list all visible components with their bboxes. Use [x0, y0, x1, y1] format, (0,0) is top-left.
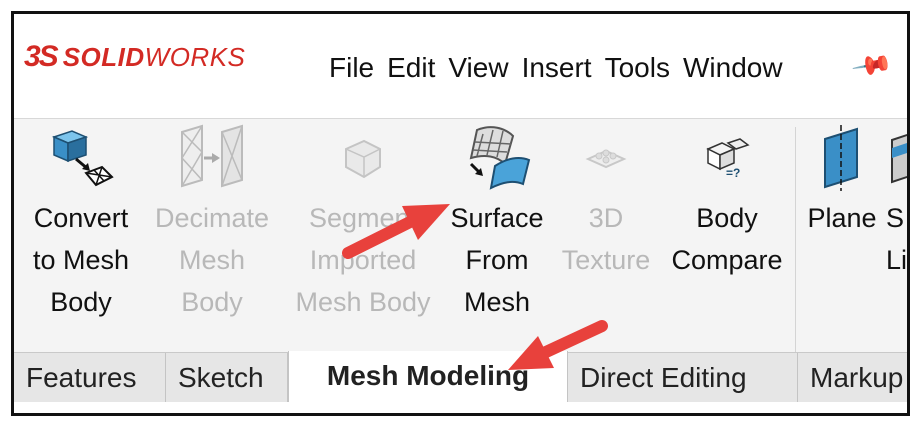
command-manager-tabs: Features Sketch Mesh Modeling Direct Edi… [14, 351, 907, 403]
body-compare-button[interactable]: =? Body Compare [664, 119, 790, 281]
decimate-mesh-body-button[interactable]: Decimate Mesh Body [148, 119, 276, 323]
tool-label: Surface From Mesh [450, 203, 544, 317]
segment-mesh-icon [284, 119, 442, 197]
svg-text:=?: =? [726, 166, 740, 180]
body-compare-icon: =? [664, 119, 790, 197]
3d-texture-icon [556, 119, 656, 197]
menu-insert[interactable]: Insert [522, 52, 592, 84]
bottom-strip [14, 402, 907, 413]
menu-bar: File Edit View Insert Tools Window [329, 52, 783, 84]
pin-icon[interactable]: 📌 [850, 44, 895, 88]
tab-direct-editing[interactable]: Direct Editing [568, 353, 798, 403]
menu-edit[interactable]: Edit [387, 52, 435, 84]
tool-label: Convert to Mesh Body [32, 203, 130, 317]
tool-label: Body Compare [671, 203, 783, 275]
convert-to-mesh-body-button[interactable]: Convert to Mesh Body [22, 119, 140, 323]
menu-window[interactable]: Window [683, 52, 783, 84]
ds-logo-icon: 3S [24, 40, 59, 73]
solidworks-logo: 3S SOLIDWORKS [24, 40, 245, 74]
tool-label: 3D Texture [561, 203, 651, 275]
partial-tool-icon [886, 119, 907, 197]
app-window: 3S SOLIDWORKS File Edit View Insert Tool… [11, 11, 910, 416]
plane-button[interactable]: Plane [800, 119, 884, 239]
title-bar: 3S SOLIDWORKS File Edit View Insert Tool… [14, 14, 907, 118]
tab-features[interactable]: Features [14, 353, 166, 403]
convert-to-mesh-icon [22, 119, 140, 197]
command-manager-ribbon: Convert to Mesh Body Decimate Mesh Body [14, 118, 907, 353]
tool-label: Segment Imported Mesh Body [295, 203, 431, 317]
tab-mesh-modeling[interactable]: Mesh Modeling [288, 351, 568, 403]
tool-label: S Li [886, 203, 908, 275]
surface-from-mesh-icon [442, 119, 552, 197]
tab-sketch[interactable]: Sketch [166, 353, 288, 403]
partial-tool-button[interactable]: S Li [886, 119, 908, 281]
menu-file[interactable]: File [329, 52, 374, 84]
menu-view[interactable]: View [448, 52, 508, 84]
ribbon-separator [795, 127, 796, 352]
3d-texture-button[interactable]: 3D Texture [556, 119, 656, 281]
menu-tools[interactable]: Tools [605, 52, 670, 84]
tool-label: Decimate Mesh Body [154, 203, 270, 317]
logo-wordmark: SOLIDWORKS [62, 41, 246, 72]
tab-markup[interactable]: Markup [798, 353, 907, 403]
plane-icon [800, 119, 884, 197]
surface-from-mesh-button[interactable]: Surface From Mesh [442, 119, 552, 323]
decimate-mesh-icon [148, 119, 276, 197]
segment-imported-mesh-body-button[interactable]: Segment Imported Mesh Body [284, 119, 442, 323]
tool-label: Plane [807, 203, 877, 233]
